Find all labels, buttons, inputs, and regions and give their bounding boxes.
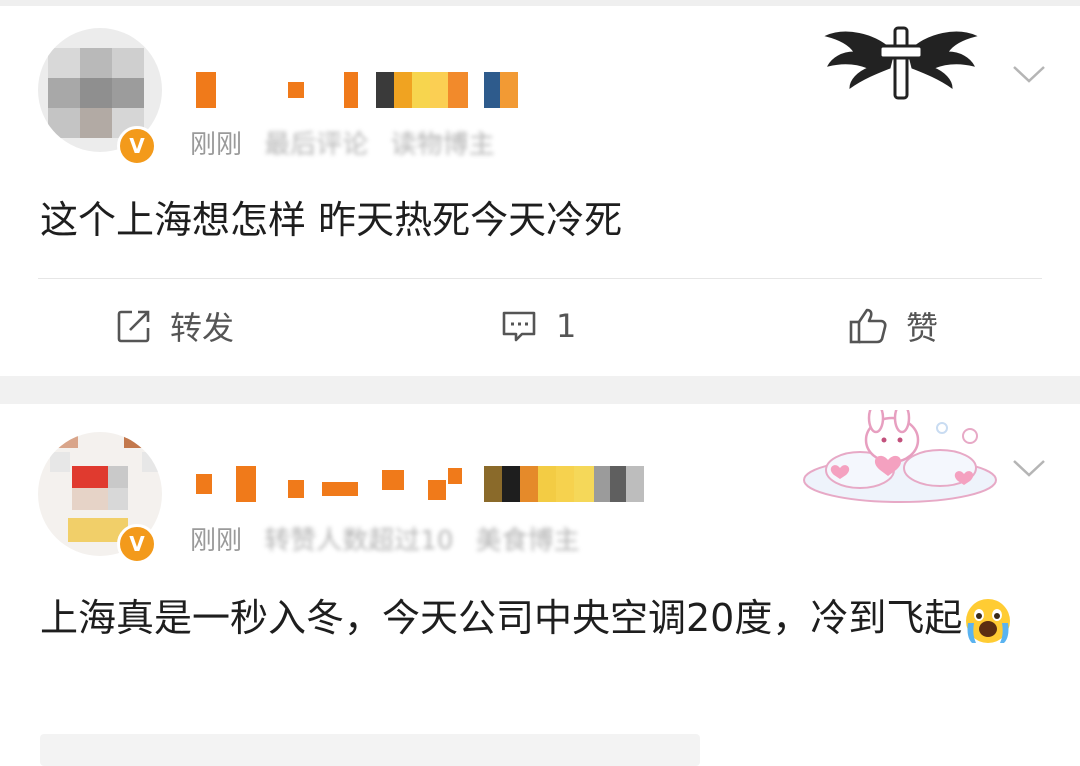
feed-post[interactable]: V 刚刚 最后评论 读物博主 这个上海想怎样 昨天热死今天冷死 转发 1 赞 — [0, 6, 1080, 376]
post-meta-extra: 美食博主 — [475, 526, 580, 556]
chevron-down-icon[interactable] — [1012, 458, 1046, 478]
post-meta-extra: 读物博主 — [390, 130, 495, 160]
forward-label: 转发 — [170, 309, 235, 347]
post-time: 刚刚 — [190, 130, 243, 160]
post-meta: 刚刚 转赞人数超过10 美食博主 — [190, 520, 594, 557]
post-meta-note: 转赞人数超过10 — [264, 526, 454, 556]
post-meta-note: 最后评论 — [264, 130, 369, 160]
post-meta: 刚刚 最后评论 读物博主 — [190, 124, 509, 161]
media-preview-placeholder[interactable] — [40, 734, 700, 766]
comment-button[interactable]: 1 — [500, 304, 576, 348]
chevron-down-icon[interactable] — [1012, 64, 1046, 84]
verified-badge: V — [117, 126, 157, 166]
forward-button[interactable]: 转发 — [116, 304, 234, 348]
comment-icon — [502, 311, 536, 342]
feed-post[interactable]: V 刚刚 转赞人数超过10 美食博主 上海真是一秒入冬，今天公司中央空调20度，… — [0, 404, 1080, 766]
forward-icon — [117, 310, 150, 343]
like-button[interactable]: 赞 — [848, 304, 938, 348]
verified-badge: V — [117, 524, 157, 564]
post-content-text: 上海真是一秒入冬，今天公司中央空调20度，冷到飞起 — [40, 596, 963, 640]
post-time: 刚刚 — [190, 526, 243, 556]
bunny-cloud-decoration — [803, 410, 997, 503]
comment-count: 1 — [556, 307, 577, 345]
post-content: 上海真是一秒入冬，今天公司中央空调20度，冷到飞起 — [40, 590, 1044, 646]
post-content: 这个上海想怎样 昨天热死今天冷死 — [40, 198, 623, 242]
like-label: 赞 — [906, 309, 939, 347]
divider — [38, 278, 1042, 279]
crying-face-emoji — [966, 598, 1011, 643]
feed-separator — [0, 376, 1080, 404]
winged-cross-decoration — [824, 26, 978, 100]
like-icon — [849, 308, 887, 344]
